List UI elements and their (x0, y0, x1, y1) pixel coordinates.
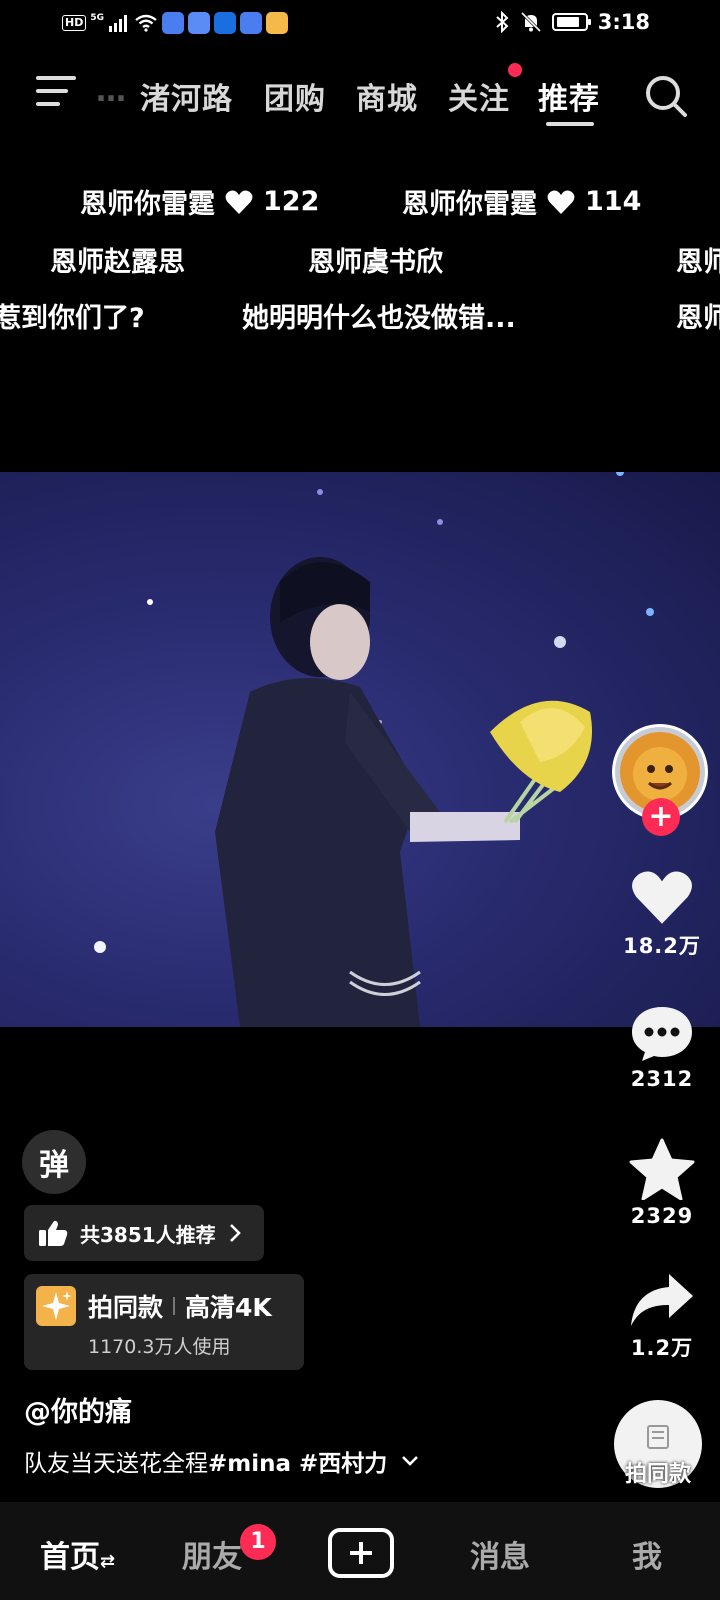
recommend-pill[interactable]: 共3851人推荐 (24, 1205, 264, 1261)
network-type: 5G (90, 13, 104, 23)
recommend-text: 共3851人推荐 (80, 1222, 216, 1247)
bluetooth-icon (496, 11, 509, 33)
danmaku-item: 惹到你们了? (0, 296, 145, 335)
tab-group-buy[interactable]: 团购 (264, 74, 326, 118)
template-card[interactable]: 拍同款 高清4K 1170.3万人使用 (24, 1274, 304, 1370)
clock: 3:18 (597, 10, 650, 34)
share-arrow-icon (631, 1274, 693, 1326)
tab-home-label: 首页 (40, 1540, 100, 1575)
comment-count: 2312 (630, 1067, 694, 1091)
heart-icon (547, 190, 575, 214)
hd-indicator: HD (62, 15, 87, 31)
divider (173, 1297, 176, 1315)
tab-home[interactable]: 首页⇄ (40, 1532, 115, 1576)
wifi-icon (135, 14, 157, 32)
app-notification-icon (162, 12, 184, 34)
danmaku-item: 恩师赵露思 (50, 240, 185, 279)
friends-badge: 1 (240, 1524, 276, 1560)
status-bar: HD 5G 3:18 (0, 0, 720, 48)
tab-messages[interactable]: 消息 (470, 1532, 530, 1576)
comment-button[interactable]: 2312 (612, 1003, 712, 1091)
video-caption[interactable]: 队友当天送花全程#mina #西村力 (24, 1444, 419, 1478)
chevron-down-icon[interactable] (401, 1455, 419, 1467)
danmaku-item: 恩师你雷霆 114 (402, 182, 641, 221)
caption-tags[interactable]: #mina #西村力 (208, 1451, 387, 1477)
template-usage: 1170.3万人使用 (88, 1336, 231, 1358)
danmaku-item: 她明明什么也没做错... (242, 296, 516, 335)
follow-button[interactable]: + (642, 798, 680, 836)
like-count: 18.2万 (623, 934, 701, 958)
create-button[interactable] (328, 1528, 394, 1578)
like-button[interactable]: 18.2万 (612, 868, 712, 960)
danmaku-item: 恩师虞书欣 (308, 240, 443, 279)
template-title: 拍同款 (88, 1293, 164, 1322)
comment-icon (632, 1007, 692, 1061)
template-quality: 高清4K (185, 1293, 272, 1322)
danmaku-text: 恩师赵露思 (50, 247, 185, 278)
danmaku-text: 恩师 (676, 303, 720, 334)
tab-location[interactable]: 渚河路 (140, 74, 233, 118)
top-nav: … 渚河路 团购 商城 关注 推荐 (0, 62, 720, 126)
menu-icon[interactable] (36, 76, 76, 108)
battery-icon (551, 13, 591, 31)
sparkle-icon (36, 1286, 76, 1326)
plus-icon (350, 1542, 372, 1564)
star-icon (629, 1138, 695, 1200)
mute-bell-icon (520, 11, 541, 33)
tab-following[interactable]: 关注 (448, 74, 510, 118)
favorite-button[interactable]: 2329 (612, 1138, 712, 1228)
danmaku-item: 恩师你雷霆 122 (80, 182, 319, 221)
danmaku-likes: 114 (585, 186, 642, 217)
app-notification-icon (188, 12, 210, 34)
music-label[interactable]: 拍同款 (614, 1456, 702, 1488)
thumbs-up-icon (39, 1220, 68, 1246)
active-tab-indicator (546, 122, 594, 126)
tab-mall[interactable]: 商城 (356, 74, 418, 118)
tab-friends[interactable]: 朋友 (182, 1532, 242, 1576)
share-button[interactable]: 1.2万 (612, 1272, 712, 1362)
search-icon[interactable] (644, 74, 688, 118)
danmaku-text: 恩师你雷霆 (80, 189, 215, 220)
heart-icon (632, 871, 692, 924)
danmaku-text: 恩师虞书欣 (308, 247, 443, 278)
bottom-tab-bar: 首页⇄ 朋友 1 消息 我 (0, 1502, 720, 1600)
app-notification-icon (240, 12, 262, 34)
tab-me[interactable]: 我 (632, 1532, 662, 1576)
danmaku-item: 恩师 (676, 240, 720, 279)
caption-text: 队友当天送花全程 (24, 1451, 208, 1477)
danmaku-toggle-button[interactable]: 弹 (22, 1130, 86, 1194)
favorite-count: 2329 (630, 1204, 694, 1228)
danmaku-text: 恩师你雷霆 (402, 189, 537, 220)
app-notification-icon (214, 12, 236, 34)
share-count: 1.2万 (630, 1336, 694, 1360)
chevron-right-icon (229, 1224, 241, 1242)
author-name[interactable]: @你的痛 (24, 1390, 132, 1429)
nav-tab-fade: … (96, 74, 126, 109)
danmaku-text: 惹到你们了? (0, 303, 145, 334)
weibo-icon (266, 12, 288, 34)
danmaku-item: 恩师 (676, 296, 720, 335)
heart-icon (225, 190, 253, 214)
tab-recommend[interactable]: 推荐 (538, 74, 600, 118)
danmaku-text: 恩师 (676, 247, 720, 278)
danmaku-likes: 122 (263, 186, 320, 217)
switch-arrows-icon: ⇄ (100, 1551, 116, 1572)
danmaku-text: 她明明什么也没做错... (242, 303, 516, 334)
notification-dot (508, 63, 522, 77)
signal-icon (109, 15, 127, 32)
